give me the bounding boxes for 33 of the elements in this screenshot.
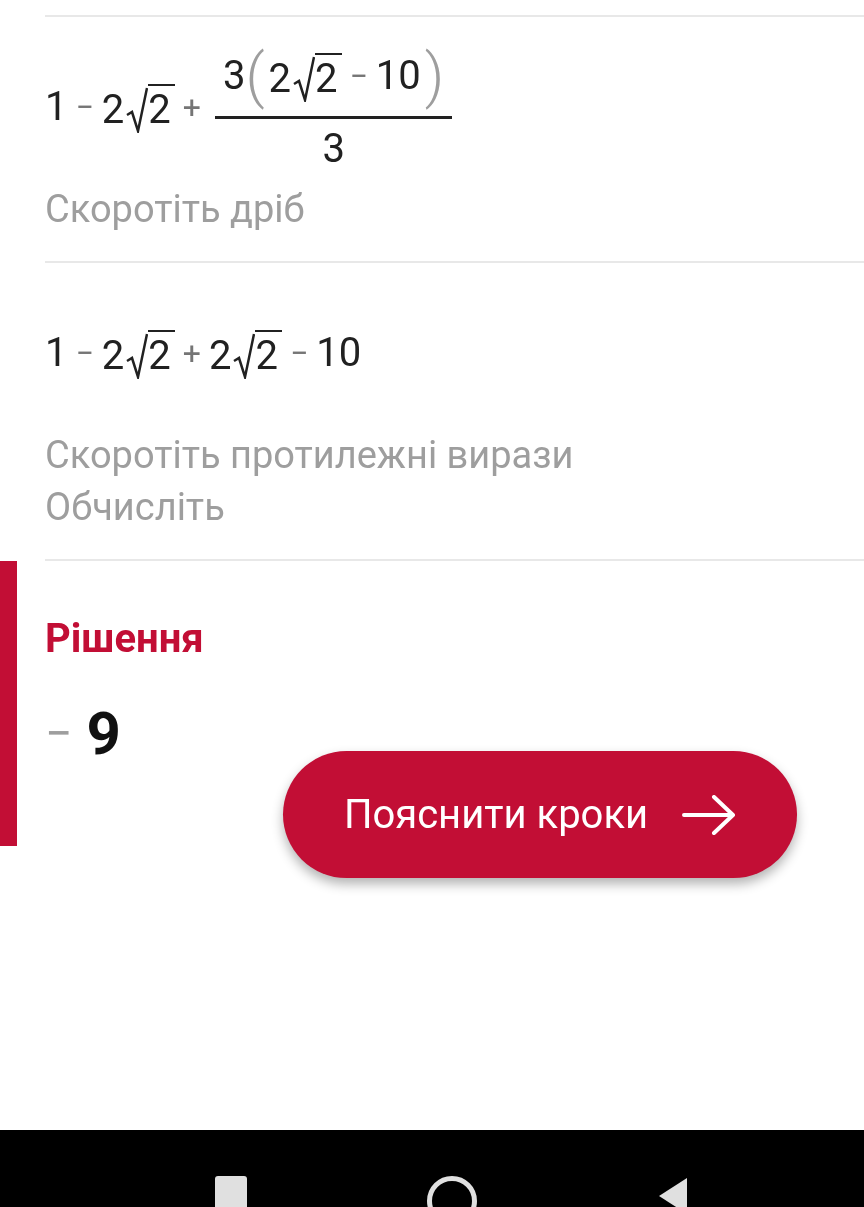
math-number: 2	[268, 58, 292, 99]
solution-title: Рішення	[45, 619, 205, 659]
math-operator: +	[182, 91, 201, 123]
explain-steps-button[interactable]: Пояснити кроки	[283, 751, 797, 878]
radical-icon	[126, 87, 149, 133]
math-number: 3	[222, 55, 246, 96]
step-description: Скоротіть протилежні вирази	[45, 433, 575, 477]
math-number: 10	[316, 333, 362, 373]
math-operator: −	[289, 337, 309, 369]
math-operator: −	[75, 337, 94, 369]
math-number: 2	[208, 336, 232, 376]
math-number: 10	[375, 55, 421, 96]
answer-value: 9	[86, 704, 121, 764]
math-number: 3	[322, 128, 345, 169]
radical-icon	[126, 333, 149, 379]
math-number: 1	[45, 87, 68, 127]
math-operator: −	[75, 91, 94, 123]
radicand: 2	[148, 330, 175, 376]
radicand: 2	[148, 84, 175, 130]
arrow-right-icon	[682, 794, 737, 835]
math-number: 1	[45, 333, 68, 373]
math-operator: −	[349, 59, 368, 92]
answer-sign: −	[45, 710, 73, 758]
step-description: Обчисліть	[45, 485, 226, 529]
step-description: Скоротіть дріб	[45, 187, 306, 231]
back-icon[interactable]	[657, 1176, 689, 1207]
math-number: 2	[101, 90, 125, 130]
math-operator: +	[182, 337, 201, 369]
radicand: 2	[255, 330, 282, 376]
radical-icon	[233, 333, 256, 379]
math-number: 2	[101, 336, 125, 376]
radical-icon	[293, 55, 316, 102]
radicand: 2	[315, 52, 342, 99]
